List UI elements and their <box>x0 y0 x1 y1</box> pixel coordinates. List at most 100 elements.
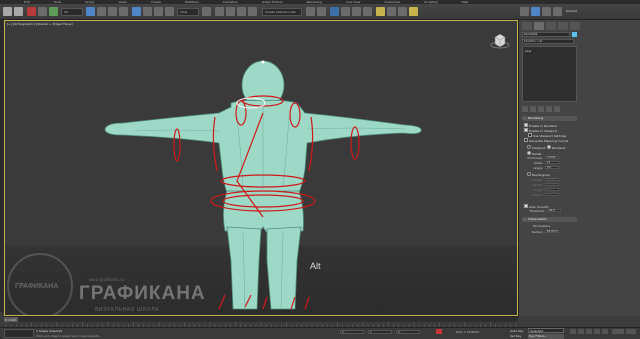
snap-toggle-icon[interactable] <box>215 7 224 16</box>
maxscript-listener[interactable] <box>4 329 34 338</box>
redo-icon[interactable] <box>14 7 23 16</box>
watermark-brand: ГРАФИКАНА <box>79 283 206 304</box>
object-name-field[interactable]: Dude001 <box>522 32 570 37</box>
threshold-spinner[interactable]: 40,0 <box>547 209 561 212</box>
motion-panel-icon[interactable] <box>553 7 562 16</box>
key-mode-select[interactable]: Selected <box>528 328 564 333</box>
goto-end-icon[interactable] <box>602 329 608 334</box>
command-panel: Dude001 Modifier List Line Rendering Ena… <box>518 20 640 316</box>
align-icon[interactable] <box>317 7 326 16</box>
material-editor-icon[interactable] <box>376 7 385 16</box>
mirror-icon[interactable] <box>306 7 315 16</box>
named-selection-set-select[interactable]: Create Selection Set <box>262 8 302 16</box>
hierarchy-tab-icon[interactable] <box>546 22 556 30</box>
current-frame-field[interactable] <box>612 329 624 334</box>
schematic-view-icon[interactable] <box>363 7 372 16</box>
watermark-logo: ГРАФИКАНА <box>7 253 73 315</box>
goto-start-icon[interactable] <box>570 329 576 334</box>
viewport-radio[interactable]: Viewport <box>527 145 545 150</box>
model-leg-right <box>266 226 302 310</box>
hierarchy-panel-icon[interactable] <box>542 7 551 16</box>
object-color-swatch[interactable] <box>572 32 577 37</box>
undo-icon[interactable] <box>3 7 12 16</box>
angle2-spinner[interactable]: 0,0 <box>545 188 559 191</box>
create-tab-icon[interactable] <box>522 22 532 30</box>
modifier-list-dropdown[interactable]: Modifier List <box>522 39 574 44</box>
motion-tab-icon[interactable] <box>558 22 568 30</box>
next-frame-icon[interactable] <box>594 329 600 334</box>
rendered-frame-window-icon[interactable] <box>398 7 407 16</box>
length-label: Length: <box>531 178 543 182</box>
bind-space-warp-icon[interactable] <box>49 7 58 16</box>
layer-explorer-icon[interactable] <box>330 7 339 16</box>
percent-snap-icon[interactable] <box>237 7 246 16</box>
reference-coord-select[interactable]: View <box>177 8 199 16</box>
selection-filter-select[interactable]: All <box>61 8 83 16</box>
create-panel-icon[interactable] <box>520 7 529 16</box>
viewport-front[interactable]: [+] [Orthographic] [Shaded + Edged Faces… <box>4 20 518 316</box>
display-tab-icon[interactable] <box>570 22 580 30</box>
length-spinner[interactable]: 6,0mm <box>545 178 559 181</box>
toggle-ribbon-icon[interactable] <box>341 7 350 16</box>
select-object-icon[interactable] <box>86 7 95 16</box>
width-spinner[interactable]: 2,0mm <box>545 183 559 186</box>
pin-stack-icon[interactable] <box>522 106 528 112</box>
keyboard-hint-alt: Alt <box>310 261 321 271</box>
modify-panel-icon[interactable] <box>531 7 540 16</box>
renderer-radio[interactable]: Renderer <box>547 145 566 150</box>
coord-z-field[interactable]: Z: <box>396 330 420 334</box>
rectangular-selection-icon[interactable] <box>108 7 117 16</box>
character-model[interactable] <box>5 21 518 316</box>
make-unique-icon[interactable] <box>538 106 544 112</box>
viewcube-icon[interactable] <box>490 31 510 51</box>
interpolation-rollout-header[interactable]: Interpolation <box>522 217 577 222</box>
select-link-icon[interactable] <box>27 7 36 16</box>
select-and-place-icon[interactable] <box>165 7 174 16</box>
render-setup-icon[interactable] <box>387 7 396 16</box>
angle-snap-icon[interactable] <box>226 7 235 16</box>
configure-sets-icon[interactable] <box>554 106 560 112</box>
select-and-rotate-icon[interactable] <box>143 7 152 16</box>
show-end-result-icon[interactable] <box>530 106 536 112</box>
stack-item-line[interactable]: Line <box>525 49 531 53</box>
viewport-label[interactable]: [+] [Orthographic] [Shaded + Edged Faces… <box>7 22 73 26</box>
prev-frame-icon[interactable] <box>578 329 584 334</box>
modifier-stack[interactable]: Line <box>522 46 577 102</box>
aspect-spinner[interactable]: 3,0 <box>545 193 559 196</box>
angle-spinner[interactable]: 0,0 <box>545 166 559 169</box>
key-filters-button[interactable]: Key Filters... <box>528 334 564 339</box>
thickness-spinner[interactable]: 1,0mm <box>545 156 559 159</box>
select-by-name-icon[interactable] <box>97 7 106 16</box>
remove-modifier-icon[interactable] <box>546 106 552 112</box>
angle2-label: Angle: <box>533 188 543 192</box>
pivot-center-icon[interactable] <box>202 7 211 16</box>
sides-spinner[interactable]: 12 <box>545 161 559 164</box>
unlink-icon[interactable] <box>38 7 47 16</box>
workspace-label[interactable]: Default <box>566 9 577 13</box>
watermark-url: www.grafikana.ru <box>89 277 125 282</box>
generate-mapping-checkbox[interactable]: Generate Mapping Coords. <box>524 138 569 143</box>
coord-x-field[interactable]: X: <box>340 330 364 334</box>
spinner-snap-icon[interactable] <box>248 7 257 16</box>
set-key-button[interactable]: Set Key <box>510 334 521 338</box>
rectangular-radio[interactable]: Rectangular <box>527 172 550 177</box>
modify-tab-icon[interactable] <box>534 22 544 30</box>
radius-label: Radius: <box>531 230 543 234</box>
play-icon[interactable] <box>586 329 592 334</box>
sides-label: Sides: <box>533 161 543 165</box>
select-and-scale-icon[interactable] <box>154 7 163 16</box>
time-config-icon[interactable] <box>626 329 636 334</box>
aspect-label: Aspect: <box>531 193 543 197</box>
render-production-icon[interactable] <box>409 7 418 16</box>
time-tag-icon[interactable] <box>436 329 442 334</box>
main-toolbar: All View Create Selection Set Default <box>0 4 640 20</box>
status-bar: 1 Shape Selected Click and drag to selec… <box>0 327 640 339</box>
curve-editor-icon[interactable] <box>352 7 361 16</box>
window-crossing-icon[interactable] <box>119 7 128 16</box>
coord-y-field[interactable]: Y: <box>368 330 392 334</box>
rendering-rollout-header[interactable]: Rendering <box>522 116 577 121</box>
select-and-move-icon[interactable] <box>132 7 141 16</box>
status-prompt: Click and drag to select and move object… <box>36 334 100 338</box>
auto-key-button[interactable]: Auto Key <box>510 329 523 333</box>
radius-spinner[interactable]: 60,0mm <box>545 230 559 233</box>
